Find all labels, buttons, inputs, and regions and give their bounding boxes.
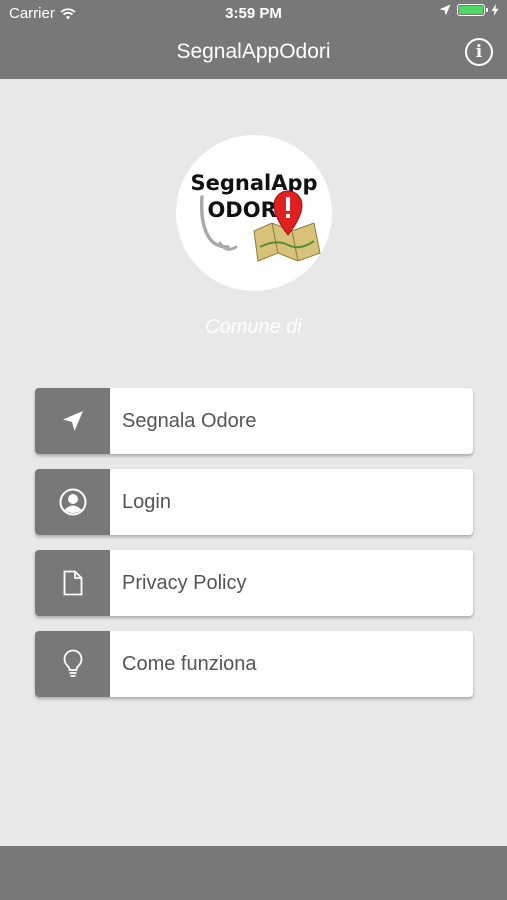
bottom-bar: [0, 846, 507, 900]
login-label: Login: [122, 490, 171, 513]
login-button[interactable]: Login: [35, 469, 473, 535]
send-arrow-icon: [62, 411, 83, 431]
user-icon: [59, 488, 86, 516]
menu-icon-box: [35, 631, 110, 697]
status-right-icons: [439, 4, 499, 16]
status-bar: Carrier 3:59 PM: [0, 0, 507, 28]
logo-line2: ODORI: [207, 198, 284, 222]
navigation-bar: Carrier 3:59 PM SegnalAppOdori i: [0, 0, 507, 79]
lightbulb-icon: [63, 649, 82, 677]
come-funziona-label: Come funziona: [122, 652, 257, 675]
come-funziona-button[interactable]: Come funziona: [35, 631, 473, 697]
menu-icon-box: [35, 550, 110, 616]
charging-bolt-icon: [491, 4, 499, 16]
app-logo-image: SegnalApp ODORI: [190, 171, 321, 262]
app-logo: SegnalApp ODORI: [176, 135, 332, 291]
app-screen: Carrier 3:59 PM SegnalAppOdori i SegnalA…: [0, 0, 507, 900]
municipality-subtitle: Comune di: [205, 316, 302, 338]
nav-title: SegnalAppOdori: [176, 40, 331, 63]
privacy-policy-label: Privacy Policy: [122, 571, 247, 594]
menu-icon-box: [35, 388, 110, 454]
segnala-odore-label: Segnala Odore: [122, 409, 257, 432]
info-icon: i: [475, 42, 483, 62]
privacy-policy-button[interactable]: Privacy Policy: [35, 550, 473, 616]
logo-line1: SegnalApp: [190, 171, 317, 195]
location-arrow-icon: [439, 4, 451, 16]
status-time: 3:59 PM: [225, 5, 282, 22]
menu-icon-box: [35, 469, 110, 535]
battery-icon: [457, 4, 488, 16]
document-icon: [63, 570, 82, 596]
info-button[interactable]: i: [465, 38, 493, 66]
segnala-odore-button[interactable]: Segnala Odore: [35, 388, 473, 454]
